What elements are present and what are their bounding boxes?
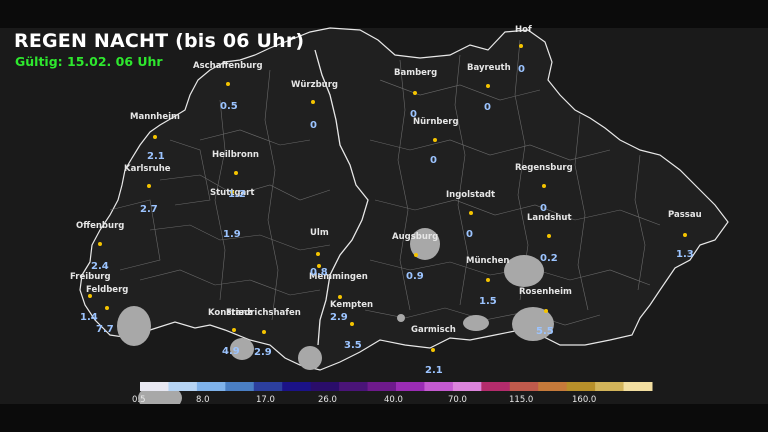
- color-scale-segment: [538, 382, 568, 391]
- city-name: Heilbronn: [212, 150, 259, 160]
- city-name: Aschaffenburg: [193, 61, 263, 71]
- city-marker-dot: [547, 234, 551, 238]
- city-marker-dot: [232, 328, 236, 332]
- rain-amount: 0.2: [540, 253, 558, 264]
- city-marker-dot: [544, 309, 548, 313]
- rain-amount: 0.8: [310, 267, 328, 278]
- rain-area: [504, 255, 544, 287]
- color-scale-segment: [452, 382, 482, 391]
- color-scale-segment: [424, 382, 454, 391]
- city-marker-dot: [519, 44, 523, 48]
- city-name: Friedrichshafen: [226, 308, 301, 318]
- city-name: Hof: [515, 25, 532, 35]
- validity-label: Gültig: 15.02. 06 Uhr: [15, 54, 163, 69]
- rain-amount: 0: [518, 64, 525, 75]
- city-marker-dot: [486, 278, 490, 282]
- color-scale-segment: [396, 382, 425, 391]
- rain-amount: 2.4: [91, 261, 109, 272]
- rain-area: [298, 346, 322, 370]
- city-name: Offenburg: [76, 221, 125, 231]
- rain-amount: 1.3: [676, 249, 694, 260]
- city-marker-dot: [234, 171, 238, 175]
- color-scale-segment: [566, 382, 596, 391]
- city-name: Feldberg: [86, 285, 129, 295]
- city-marker-dot: [433, 138, 437, 142]
- city-name: Passau: [668, 210, 702, 220]
- color-scale-segment: [367, 382, 397, 391]
- color-scale-segment: [481, 382, 511, 391]
- city-name: Bamberg: [394, 68, 438, 78]
- rain-area: [397, 314, 405, 322]
- rain-amount: 5.5: [536, 326, 554, 337]
- color-scale-segment: [595, 382, 625, 391]
- rain-amount: 2.9: [330, 312, 348, 323]
- city-name: Freiburg: [70, 272, 111, 282]
- color-scale-segment: [623, 382, 653, 391]
- city-marker-dot: [98, 242, 102, 246]
- color-scale-segment: [282, 382, 312, 391]
- city-marker-dot: [683, 233, 687, 237]
- city-name: Regensburg: [515, 163, 573, 173]
- color-scale-segment: [168, 382, 198, 391]
- city-marker-dot: [431, 348, 435, 352]
- bottom-letterbox: [0, 404, 768, 432]
- rain-amount: 1.9: [223, 229, 241, 240]
- city-marker-dot: [414, 253, 418, 257]
- city-name: Garmisch: [411, 325, 456, 335]
- rain-amount: 2.1: [425, 365, 443, 376]
- city-marker-dot: [311, 100, 315, 104]
- color-scale-segment: [339, 382, 369, 391]
- rain-area: [117, 306, 151, 346]
- rain-amount: 2.7: [140, 204, 158, 215]
- city-name: Nürnberg: [413, 117, 459, 127]
- city-marker-dot: [153, 135, 157, 139]
- rain-amount: 1.4: [80, 312, 98, 323]
- rain-amount: 0: [310, 120, 317, 131]
- city-marker-dot: [486, 84, 490, 88]
- rain-amount: 4.9: [222, 346, 240, 357]
- map-title: REGEN NACHT (bis 06 Uhr): [14, 30, 305, 52]
- color-scale-segment: [225, 382, 255, 391]
- rain-map: REGEN NACHT (bis 06 Uhr) Gültig: 15.02. …: [0, 0, 768, 432]
- rain-amount: 1.5: [479, 296, 497, 307]
- rain-amount: 0: [430, 155, 437, 166]
- city-marker-dot: [413, 91, 417, 95]
- city-name: München: [466, 256, 510, 266]
- rain-amount: 0.5: [220, 101, 238, 112]
- city-name: Augsburg: [392, 232, 439, 242]
- city-name: Landshut: [527, 213, 572, 223]
- city-marker-dot: [262, 330, 266, 334]
- city-name: Mannheim: [130, 112, 180, 122]
- city-name: Kempten: [330, 300, 374, 310]
- rain-amount: 3.5: [344, 340, 362, 351]
- city-marker-dot: [226, 82, 230, 86]
- rain-amount: 0.9: [406, 271, 424, 282]
- city-marker-dot: [316, 252, 320, 256]
- color-scale-segment: [140, 382, 169, 391]
- color-scale-segment: [310, 382, 340, 391]
- rain-amount: 0: [484, 102, 491, 113]
- rain-amount: 2.1: [147, 151, 165, 162]
- city-name: Ingolstadt: [446, 190, 496, 200]
- city-name: Würzburg: [291, 80, 338, 90]
- color-scale-segment: [196, 382, 226, 391]
- rain-amount: 0: [466, 229, 473, 240]
- color-scale-segment: [509, 382, 539, 391]
- rain-amount: 7.7: [96, 324, 114, 335]
- city-name: Rosenheim: [519, 287, 572, 297]
- rain-amount: 2.9: [254, 347, 272, 358]
- city-marker-dot: [469, 211, 473, 215]
- city-marker-dot: [542, 184, 546, 188]
- rain-area: [463, 315, 489, 331]
- rain-amount: 1.2: [228, 189, 246, 200]
- city-name: Ulm: [310, 228, 329, 238]
- city-marker-dot: [338, 295, 342, 299]
- city-marker-dot: [350, 322, 354, 326]
- color-scale-segment: [253, 382, 283, 391]
- city-marker-dot: [105, 306, 109, 310]
- city-marker-dot: [147, 184, 151, 188]
- city-name: Karlsruhe: [124, 164, 171, 174]
- city-name: Bayreuth: [467, 63, 511, 73]
